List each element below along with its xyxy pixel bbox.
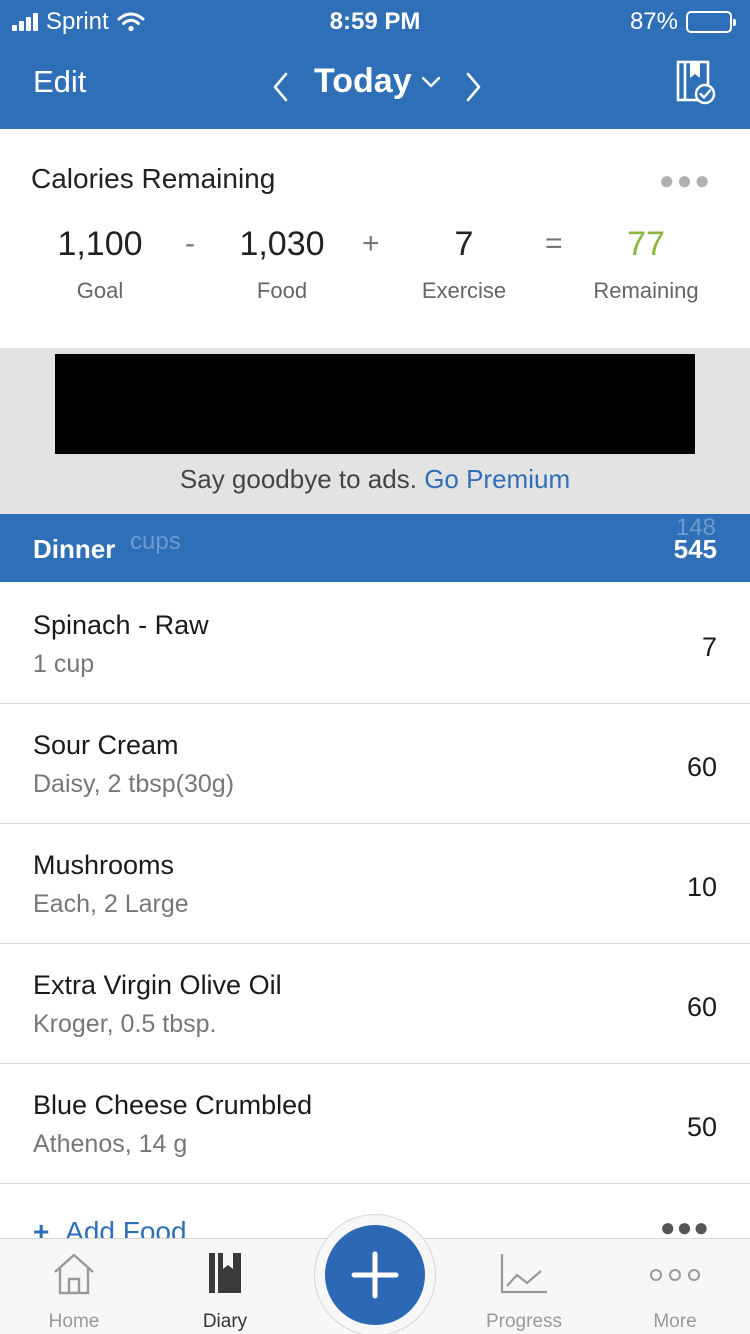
food-description: Daisy, 2 tbsp(30g) <box>33 770 235 798</box>
battery-percent: 87% <box>629 8 678 35</box>
top-bar: Sprint 8:59 PM 87% Edit Today <box>0 0 750 129</box>
list-item[interactable]: Blue Cheese Crumbled Athenos, 14 g 50 <box>0 1064 750 1184</box>
remaining-column: 77 Remaining <box>581 225 711 304</box>
goal-label: Goal <box>76 278 124 303</box>
tab-more[interactable]: More <box>620 1239 730 1334</box>
remaining-label: Remaining <box>593 278 699 303</box>
food-calories: 10 <box>686 872 717 902</box>
exercise-label: Exercise <box>421 278 507 303</box>
quick-add-circle <box>325 1225 425 1325</box>
food-description: 1 cup <box>33 650 95 678</box>
chevron-left-icon[interactable] <box>270 70 292 104</box>
chevron-down-icon <box>421 76 440 87</box>
edit-button[interactable]: Edit <box>33 64 86 100</box>
food-calories: 7 <box>701 632 717 662</box>
meal-name: Dinner <box>33 534 116 564</box>
page-title: Today <box>314 62 412 100</box>
meal-header: cups 148 Dinner 545 <box>0 514 750 582</box>
more-options-icon[interactable]: ●●● <box>659 165 712 196</box>
equals-operator: = <box>545 227 563 260</box>
food-list: Spinach - Raw 1 cup 7 Sour Cream Daisy, … <box>0 584 750 1184</box>
tab-more-label: More <box>653 1311 697 1332</box>
home-icon <box>54 1253 94 1295</box>
meal-total: 545 <box>673 534 717 564</box>
status-bar: Sprint 8:59 PM 87% <box>0 0 750 42</box>
scrolled-text-behind: cups <box>130 528 181 555</box>
goal-value: 1,100 <box>57 225 143 263</box>
food-description: Athenos, 14 g <box>33 1130 188 1158</box>
premium-promo: Say goodbye to ads. Go Premium <box>0 464 750 495</box>
food-name: Sour Cream <box>33 730 179 760</box>
food-column: 1,030 Food <box>222 225 342 304</box>
chevron-right-icon[interactable] <box>462 70 484 104</box>
battery-icon <box>686 11 736 33</box>
quick-add-button[interactable] <box>314 1214 436 1334</box>
tab-home[interactable]: Home <box>19 1239 129 1334</box>
food-name: Spinach - Raw <box>33 610 209 640</box>
list-item[interactable]: Sour Cream Daisy, 2 tbsp(30g) 60 <box>0 704 750 824</box>
diary-complete-icon[interactable] <box>676 60 716 106</box>
diary-icon <box>209 1253 241 1293</box>
list-item[interactable]: Spinach - Raw 1 cup 7 <box>0 584 750 704</box>
go-premium-link[interactable]: Go Premium <box>424 464 570 494</box>
remaining-value: 77 <box>627 225 665 263</box>
chart-icon <box>500 1254 547 1294</box>
exercise-column: 7 Exercise <box>404 225 524 304</box>
food-name: Extra Virgin Olive Oil <box>33 970 282 1000</box>
plus-operator: + <box>362 227 380 260</box>
food-name: Mushrooms <box>33 850 175 880</box>
food-label: Food <box>256 278 308 303</box>
goal-column: 1,100 Goal <box>40 225 160 304</box>
tab-diary-label: Diary <box>202 1311 248 1332</box>
nav-bar: Edit Today <box>0 44 750 124</box>
list-item[interactable]: Mushrooms Each, 2 Large 10 <box>0 824 750 944</box>
ad-image[interactable] <box>55 354 695 454</box>
promo-text: Say goodbye to ads. <box>179 464 417 494</box>
minus-operator: - <box>185 227 195 260</box>
food-description: Each, 2 Large <box>33 890 189 918</box>
tab-progress[interactable]: Progress <box>469 1239 579 1334</box>
plus-icon <box>351 1251 399 1299</box>
food-value: 1,030 <box>239 225 325 263</box>
calories-heading: Calories Remaining <box>31 163 276 194</box>
food-calories: 60 <box>686 752 717 782</box>
tab-diary[interactable]: Diary <box>170 1239 280 1334</box>
date-selector[interactable]: Today <box>314 62 442 101</box>
ad-banner: Say goodbye to ads. Go Premium <box>0 348 750 514</box>
food-calories: 50 <box>686 1112 717 1142</box>
status-right: 87% <box>629 8 736 36</box>
tab-progress-label: Progress <box>485 1311 563 1332</box>
more-dots-icon <box>650 1269 700 1281</box>
food-name: Blue Cheese Crumbled <box>33 1090 313 1120</box>
food-description: Kroger, 0.5 tbsp. <box>33 1010 217 1038</box>
list-item[interactable]: Extra Virgin Olive Oil Kroger, 0.5 tbsp.… <box>0 944 750 1064</box>
exercise-value: 7 <box>454 225 474 263</box>
food-calories: 60 <box>686 992 717 1022</box>
calories-card[interactable]: Calories Remaining ●●● 1,100 Goal - 1,03… <box>0 129 750 348</box>
tab-home-label: Home <box>48 1311 100 1332</box>
